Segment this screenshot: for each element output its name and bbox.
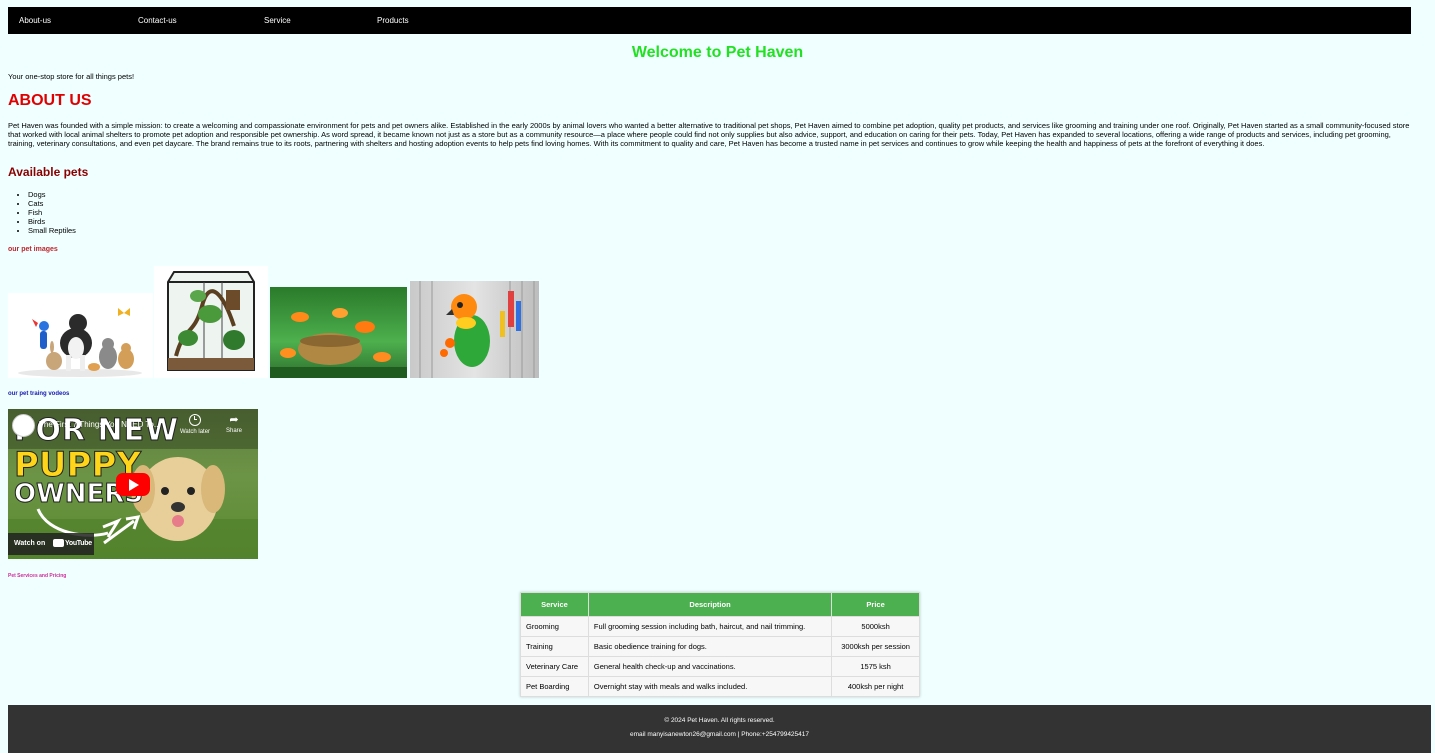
watch-later-label: Watch later	[179, 429, 211, 435]
service-name: Pet Boarding	[520, 676, 589, 697]
column-header-description: Description	[587, 592, 833, 617]
available-pets-heading: Available pets	[8, 165, 89, 179]
footer-contact: email manyisanewton26@gmail.com | Phone:…	[629, 731, 810, 738]
list-item: Dogs	[28, 190, 76, 199]
service-name: Grooming	[520, 616, 589, 637]
video-title[interactable]: The First 7 Things You NEED To...	[39, 420, 161, 429]
page-title: Welcome to Pet Haven	[631, 44, 804, 61]
services-heading: Pet Services and Pricing	[8, 573, 67, 579]
available-pets-list: Dogs Cats Fish Birds Small Reptiles	[8, 190, 76, 235]
embedded-video-player[interactable]: FOR NEW PUPPY OWNERS The First 7 Things …	[8, 409, 258, 559]
pet-images-heading: our pet images	[8, 246, 58, 253]
footer-copyright: © 2024 Pet Haven. All rights reserved.	[664, 717, 775, 724]
column-header-service: Service	[520, 592, 589, 617]
video-thumb-text-1: FOR NEW	[13, 413, 180, 449]
play-icon	[129, 479, 139, 491]
table-row: Veterinary Care General health check-up …	[520, 656, 920, 677]
service-name: Veterinary Care	[520, 656, 589, 677]
service-name: Training	[520, 636, 589, 657]
services-table: Service Description Price Grooming Full …	[520, 592, 920, 697]
play-button[interactable]	[116, 473, 150, 496]
service-description: Full grooming session including bath, ha…	[587, 616, 833, 637]
table-row: Pet Boarding Overnight stay with meals a…	[520, 676, 920, 697]
share-label: Share	[225, 428, 242, 434]
share-icon: ➦	[229, 414, 239, 426]
share-button[interactable]: ➦ Share	[220, 414, 248, 434]
list-item: Birds	[28, 217, 76, 226]
service-description: General health check-up and vaccinations…	[587, 656, 833, 677]
watch-on-youtube-button[interactable]: Watch on YouTube	[8, 533, 94, 555]
list-item: Fish	[28, 208, 76, 217]
list-item: Cats	[28, 199, 76, 208]
watch-later-button[interactable]: Watch later	[176, 414, 214, 435]
about-heading: ABOUT US	[8, 92, 92, 109]
page-footer: © 2024 Pet Haven. All rights reserved. e…	[8, 705, 1431, 753]
parrot-photo	[410, 281, 539, 378]
list-item: Small Reptiles	[28, 226, 76, 235]
service-price: 1575 ksh	[831, 656, 920, 677]
tagline: Your one-stop store for all things pets!	[8, 72, 135, 81]
service-price: 400ksh per night	[831, 676, 920, 697]
table-row: Grooming Full grooming session including…	[520, 616, 920, 637]
youtube-wordmark: YouTube	[65, 540, 92, 547]
service-description: Overnight stay with meals and walks incl…	[587, 676, 833, 697]
goldfish-photo	[270, 287, 407, 378]
service-price: 3000ksh per session	[831, 636, 920, 657]
about-paragraph: Pet Haven was founded with a simple miss…	[8, 121, 1410, 148]
nav-link-about-us[interactable]: About-us	[19, 7, 51, 34]
youtube-logo-icon	[53, 539, 64, 547]
channel-avatar[interactable]	[12, 414, 35, 437]
service-description: Basic obedience training for dogs.	[587, 636, 833, 657]
top-nav-bar: About-us Contact-us Service Products	[8, 7, 1411, 34]
column-header-price: Price	[831, 592, 920, 617]
nav-link-products[interactable]: Products	[377, 7, 409, 34]
nav-link-service[interactable]: Service	[264, 7, 291, 34]
nav-link-contact-us[interactable]: Contact-us	[138, 7, 177, 34]
table-header-row: Service Description Price	[520, 592, 920, 617]
clock-icon	[189, 414, 201, 426]
service-price: 5000ksh	[831, 616, 920, 637]
table-row: Training Basic obedience training for do…	[520, 636, 920, 657]
pets-group-photo	[8, 293, 153, 378]
terrarium-photo	[154, 266, 268, 378]
watch-on-label: Watch on	[14, 540, 46, 547]
training-videos-heading: our pet traing vodeos	[8, 391, 70, 397]
